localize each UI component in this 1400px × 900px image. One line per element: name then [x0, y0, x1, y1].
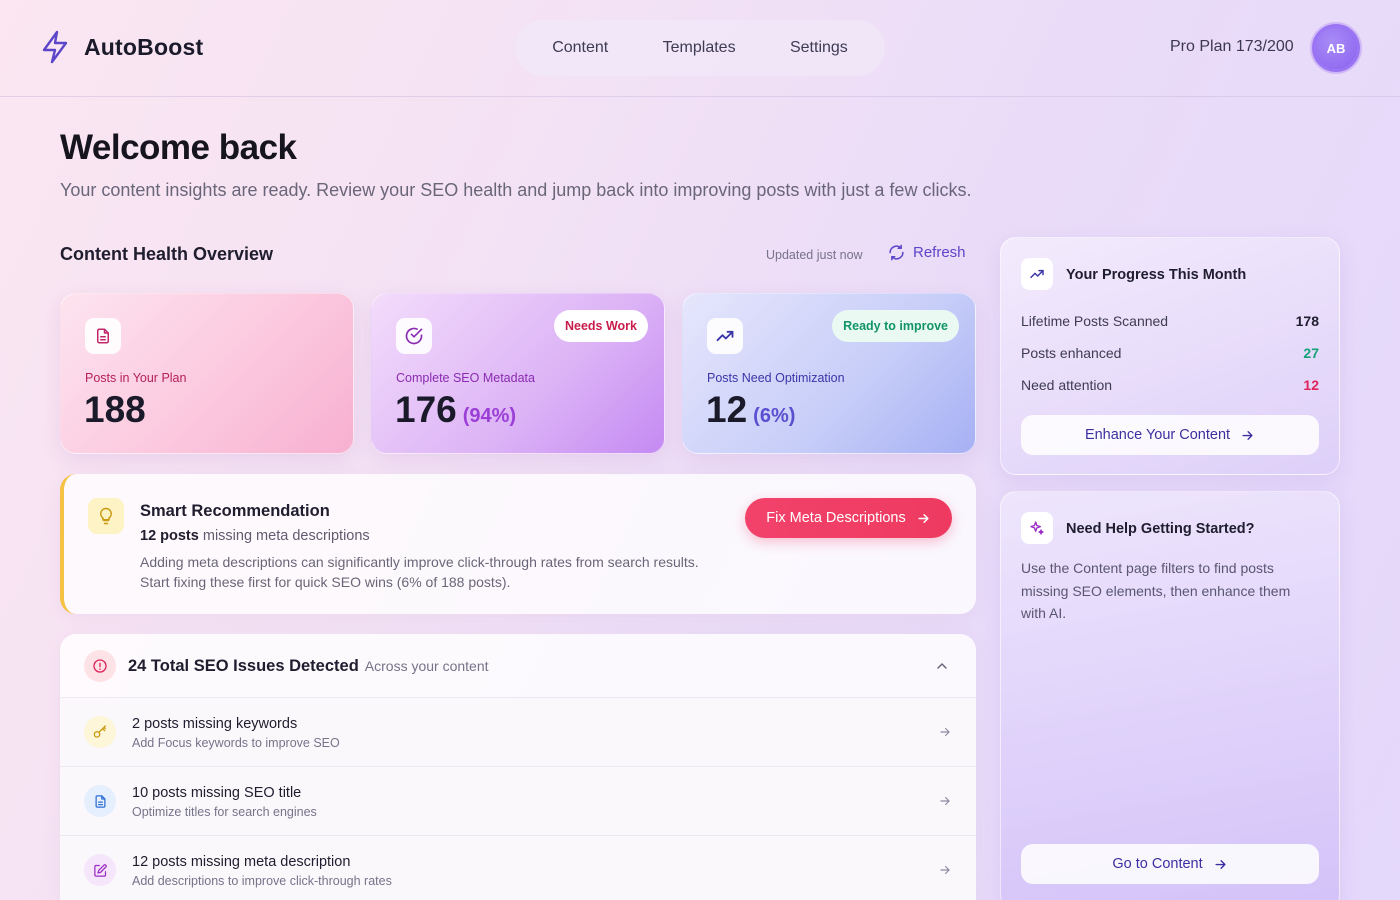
- stat-percent: (94%): [462, 405, 517, 427]
- recommendation-description: Adding meta descriptions can significant…: [140, 554, 699, 590]
- trending-up-icon: [707, 318, 743, 354]
- issue-row-missing-keywords[interactable]: 2 posts missing keywords Add Focus keywo…: [60, 698, 976, 767]
- issue-title: 12 posts missing meta description: [132, 854, 351, 870]
- issue-title: 2 posts missing keywords: [132, 716, 298, 732]
- chevron-up-icon[interactable]: [934, 658, 950, 674]
- edit-icon: [84, 854, 116, 886]
- nav-item-templates[interactable]: Templates: [649, 33, 750, 63]
- stat-label: Posts in Your Plan: [85, 371, 187, 385]
- lightning-icon: [42, 30, 68, 64]
- stat-value: 188: [84, 389, 146, 430]
- help-title: Need Help Getting Started?: [1066, 521, 1255, 537]
- stat-label: Posts Need Optimization: [707, 371, 845, 385]
- stat-card-need-optimization: Ready to improve Posts Need Optimization…: [682, 293, 976, 454]
- help-text: Use the Content page filters to find pos…: [1021, 560, 1291, 621]
- issue-row-missing-meta-description[interactable]: 12 posts missing meta description Add de…: [60, 836, 976, 900]
- stat-percent: (6%): [753, 405, 796, 427]
- go-to-content-button[interactable]: Go to Content: [1021, 844, 1319, 884]
- document-icon: [84, 785, 116, 817]
- enhance-content-button[interactable]: Enhance Your Content: [1021, 415, 1319, 455]
- lightbulb-icon: [88, 498, 124, 534]
- smart-recommendation-card: Smart Recommendation 12 posts missing me…: [60, 474, 976, 614]
- sparkles-icon: [1021, 512, 1053, 544]
- progress-panel: Your Progress This Month Lifetime Posts …: [1000, 237, 1340, 475]
- refresh-button[interactable]: Refresh: [888, 244, 966, 261]
- issue-row-missing-seo-title[interactable]: 10 posts missing SEO title Optimize titl…: [60, 767, 976, 836]
- status-badge: Needs Work: [553, 310, 648, 342]
- page-title: Welcome back: [60, 128, 297, 167]
- arrow-right-icon: [940, 796, 950, 806]
- refresh-label: Refresh: [913, 244, 966, 261]
- nav-item-settings[interactable]: Settings: [776, 33, 862, 63]
- seo-issues-panel: 24 Total SEO Issues Detected Across your …: [60, 634, 976, 900]
- issue-description: Optimize titles for search engines: [132, 805, 317, 819]
- progress-title: Your Progress This Month: [1066, 267, 1247, 283]
- app-logo[interactable]: AutoBoost: [40, 30, 203, 64]
- stat-card-seo-metadata: Needs Work Complete SEO Metadata 176 (94%…: [371, 293, 665, 454]
- app-name: AutoBoost: [84, 33, 204, 60]
- arrow-right-icon: [1215, 859, 1226, 869]
- check-circle-icon: [396, 318, 432, 354]
- trending-up-icon: [1021, 258, 1053, 290]
- stat-label: Complete SEO Metadata: [396, 371, 535, 385]
- updated-status: Updated just now: [766, 248, 863, 262]
- arrow-right-icon: [1242, 430, 1253, 440]
- issue-description: Add descriptions to improve click-throug…: [132, 874, 392, 888]
- arrow-right-icon: [918, 513, 929, 523]
- document-icon: [85, 318, 121, 354]
- avatar[interactable]: AB: [1312, 24, 1360, 72]
- arrow-right-icon: [940, 727, 950, 737]
- top-header: AutoBoost Content Templates Settings Pro…: [0, 0, 1400, 97]
- issue-description: Add Focus keywords to improve SEO: [132, 736, 340, 750]
- progress-row-attention: Need attention 12: [1021, 377, 1319, 393]
- main-nav: Content Templates Settings: [515, 20, 885, 76]
- stat-value: 176 (94%): [395, 389, 517, 430]
- nav-item-content[interactable]: Content: [538, 33, 622, 63]
- alert-circle-icon: [84, 650, 116, 682]
- stat-card-posts-in-plan: Posts in Your Plan 188: [60, 293, 354, 454]
- issues-title: 24 Total SEO Issues Detected Across your …: [128, 657, 489, 675]
- status-badge: Ready to improve: [832, 310, 959, 342]
- recommendation-summary: 12 posts missing meta descriptions: [140, 528, 370, 544]
- stat-value: 12 (6%): [706, 389, 796, 430]
- section-title: Content Health Overview: [60, 244, 274, 264]
- arrow-right-icon: [940, 865, 950, 875]
- plan-usage: Pro Plan 173/200: [1170, 38, 1294, 55]
- page-subtitle: Your content insights are ready. Review …: [60, 180, 972, 200]
- progress-value: 178: [1295, 313, 1319, 329]
- key-icon: [84, 716, 116, 748]
- refresh-icon: [889, 244, 904, 261]
- help-panel: Need Help Getting Started? Use the Conte…: [1000, 491, 1340, 900]
- recommendation-title: Smart Recommendation: [140, 502, 330, 520]
- progress-row-enhanced: Posts enhanced 27: [1021, 345, 1319, 361]
- progress-value: 27: [1303, 345, 1319, 361]
- issue-title: 10 posts missing SEO title: [132, 785, 302, 801]
- fix-meta-descriptions-button[interactable]: Fix Meta Descriptions: [745, 498, 952, 538]
- progress-value: 12: [1303, 377, 1319, 393]
- progress-row-scanned: Lifetime Posts Scanned 178: [1021, 313, 1319, 329]
- seo-issues-header[interactable]: 24 Total SEO Issues Detected Across your …: [60, 634, 976, 698]
